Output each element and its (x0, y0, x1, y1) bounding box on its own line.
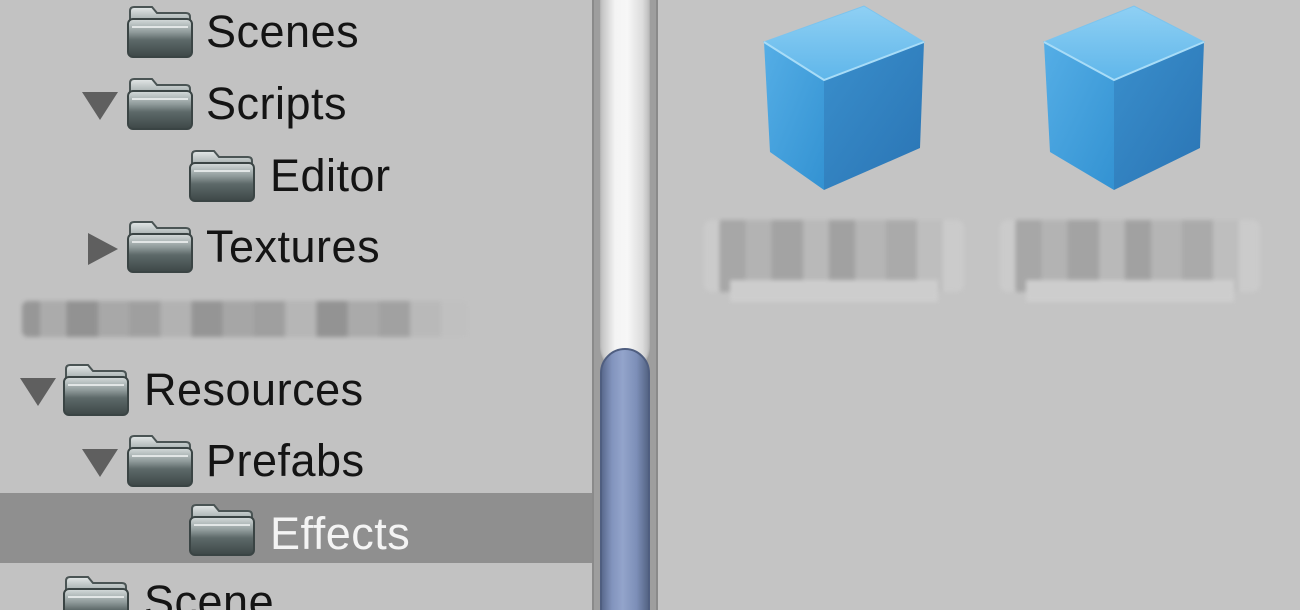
tree-item-label: Scene (144, 576, 275, 610)
asset-name-redacted (704, 220, 964, 302)
vertical-scrollbar[interactable] (592, 0, 658, 610)
tree-item-resources[interactable]: Resources (0, 356, 592, 426)
tree-item-label: Effects (270, 508, 411, 559)
tree-item-prefabs[interactable]: Prefabs (0, 427, 592, 497)
prefab-cube-icon (1042, 5, 1206, 190)
folder-icon (189, 150, 255, 202)
folder-icon (127, 78, 193, 130)
folder-icon (127, 6, 193, 58)
asset-item[interactable] (994, 0, 1260, 320)
tree-item-effects[interactable]: Effects (0, 493, 592, 563)
folder-icon (127, 435, 193, 487)
asset-grid-panel (658, 0, 1300, 610)
tree-item-obscured[interactable] (0, 284, 592, 354)
tree-item-label: Prefabs (206, 435, 365, 486)
collapsed-arrow-icon[interactable] (84, 231, 124, 267)
folder-icon (63, 364, 129, 416)
tree-item-editor[interactable]: Editor (0, 142, 592, 212)
tree-item-textures[interactable]: Textures (0, 213, 592, 283)
tree-item-label: Scripts (206, 78, 348, 129)
scrollbar-thumb[interactable] (600, 348, 650, 610)
folder-icon (189, 504, 255, 556)
expanded-arrow-icon[interactable] (80, 88, 120, 124)
folder-icon (127, 221, 193, 273)
prefab-cube-icon (762, 5, 926, 190)
expanded-arrow-icon[interactable] (18, 374, 58, 410)
tree-item-scripts[interactable]: Scripts (0, 70, 592, 140)
asset-name-redacted (1000, 220, 1260, 302)
folder-icon (63, 576, 129, 610)
tree-item-scene[interactable]: Scene (0, 568, 592, 610)
expanded-arrow-icon[interactable] (80, 445, 120, 481)
tree-item-scenes[interactable]: Scenes (0, 0, 592, 68)
tree-item-label: Scenes (206, 6, 360, 57)
tree-item-label: Editor (270, 150, 391, 201)
tree-item-label: Textures (206, 221, 381, 272)
scrollbar-track[interactable] (600, 0, 650, 372)
project-tree-panel: Scenes Scripts Editor Textures Resources… (0, 0, 592, 610)
asset-item[interactable] (704, 0, 964, 320)
tree-item-label: Resources (144, 364, 364, 415)
redacted-label (22, 301, 468, 337)
